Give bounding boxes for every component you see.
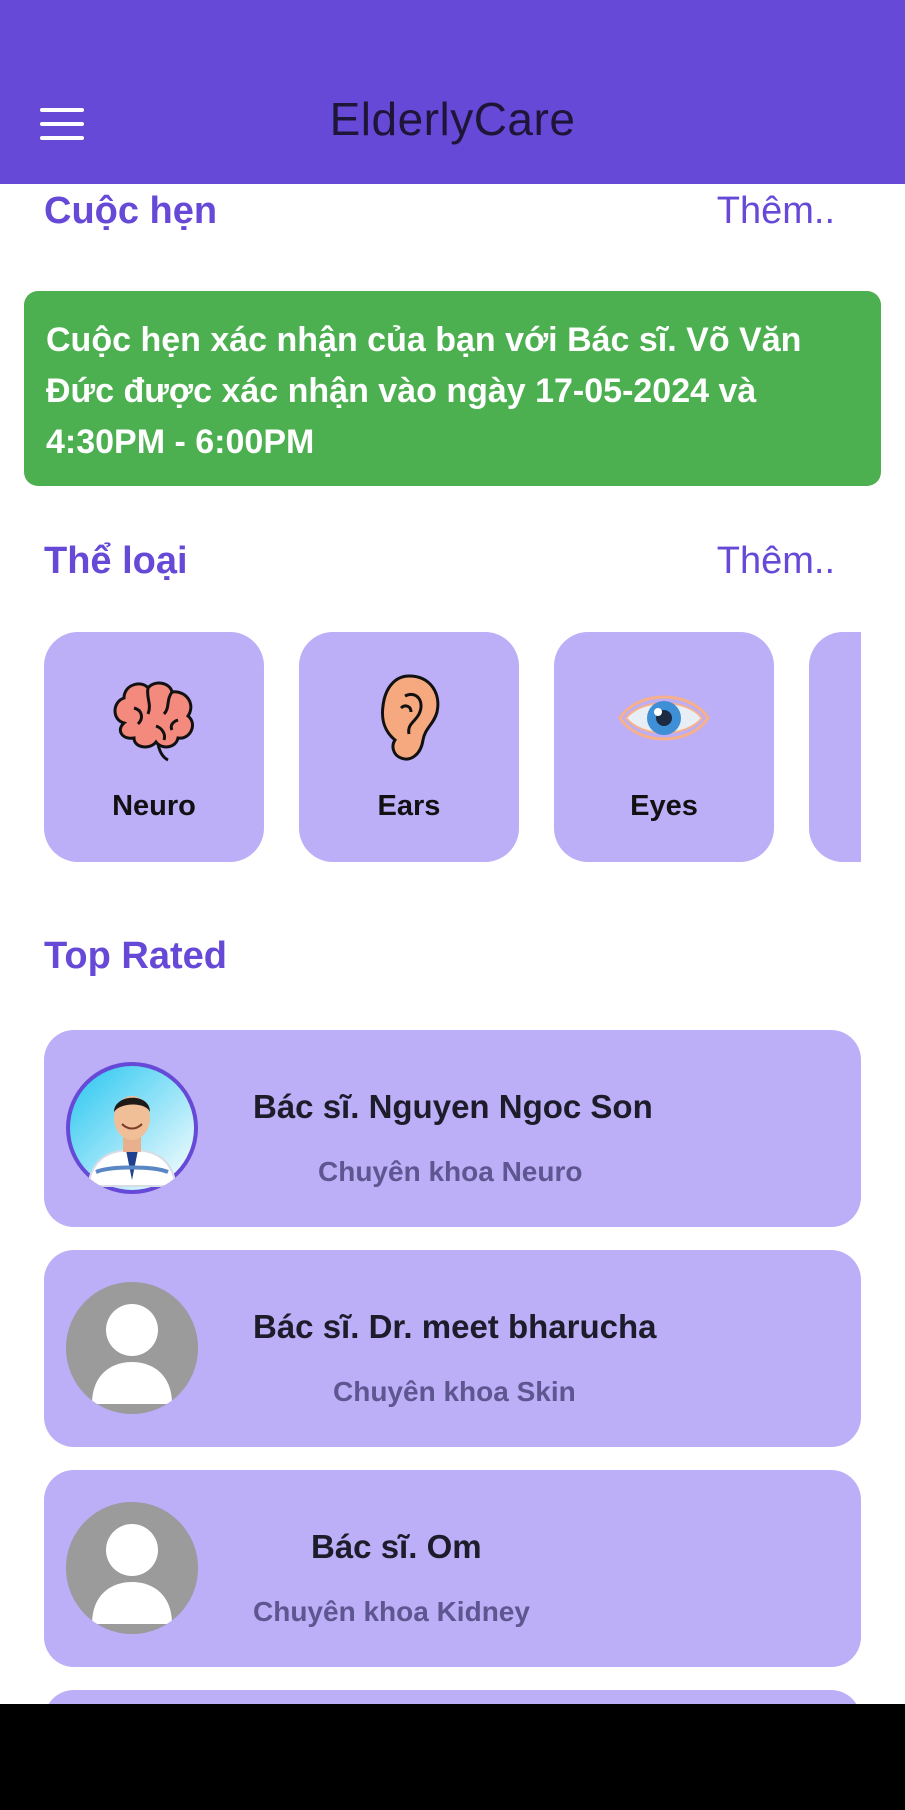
ear-icon [381,674,440,761]
doctor-photo [66,1062,198,1194]
brain-icon [113,681,194,762]
category-label: Eyes [630,790,698,822]
doctor-name: Bác sĩ. Om [311,1528,482,1565]
category-card-partial[interactable] [809,632,861,862]
category-card-neuro[interactable]: Neuro [44,632,264,862]
categories-section-title: Thể loại [44,540,188,582]
doctor-specialty: Chuyên khoa Kidney [253,1596,530,1627]
doctor-specialty: Chuyên khoa Neuro [318,1156,583,1187]
app-title: ElderlyCare [329,93,576,145]
doctor-card[interactable]: Bác sĩ. Dr. meet bharucha Chuyên khoa Sk… [44,1250,861,1447]
appointment-confirmation-text: Cuộc hẹn xác nhận của bạn với Bác sĩ. Võ… [46,321,802,461]
doctor-specialty: Chuyên khoa Skin [333,1376,576,1407]
category-label: Neuro [112,790,196,822]
eye-icon [618,695,710,741]
category-card-eyes[interactable]: Eyes [554,632,774,862]
default-user-icon [66,1502,198,1634]
default-user-icon [66,1282,198,1414]
appointments-section-title: Cuộc hẹn [44,190,218,232]
appointments-more-link[interactable]: Thêm.. [717,190,835,233]
top-rated-section-title: Top Rated [44,935,227,977]
doctor-card[interactable]: Bác sĩ. Nguyen Ngoc Son Chuyên khoa Neur… [44,1030,861,1227]
app-bar: ElderlyCare [0,0,905,184]
category-card-ears[interactable]: Ears [299,632,519,862]
categories-more-link[interactable]: Thêm.. [717,540,835,583]
doctor-name: Bác sĩ. Dr. meet bharucha [253,1308,657,1345]
doctor-name: Bác sĩ. Nguyen Ngoc Son [253,1088,653,1125]
doctor-card[interactable]: Bác sĩ. Om Chuyên khoa Kidney [44,1470,861,1667]
appointment-confirmation-card[interactable]: Cuộc hẹn xác nhận của bạn với Bác sĩ. Võ… [24,291,881,486]
system-navigation-bar [0,1704,905,1810]
category-list[interactable]: Neuro Ears Eyes [44,632,861,862]
category-label: Ears [377,790,441,822]
